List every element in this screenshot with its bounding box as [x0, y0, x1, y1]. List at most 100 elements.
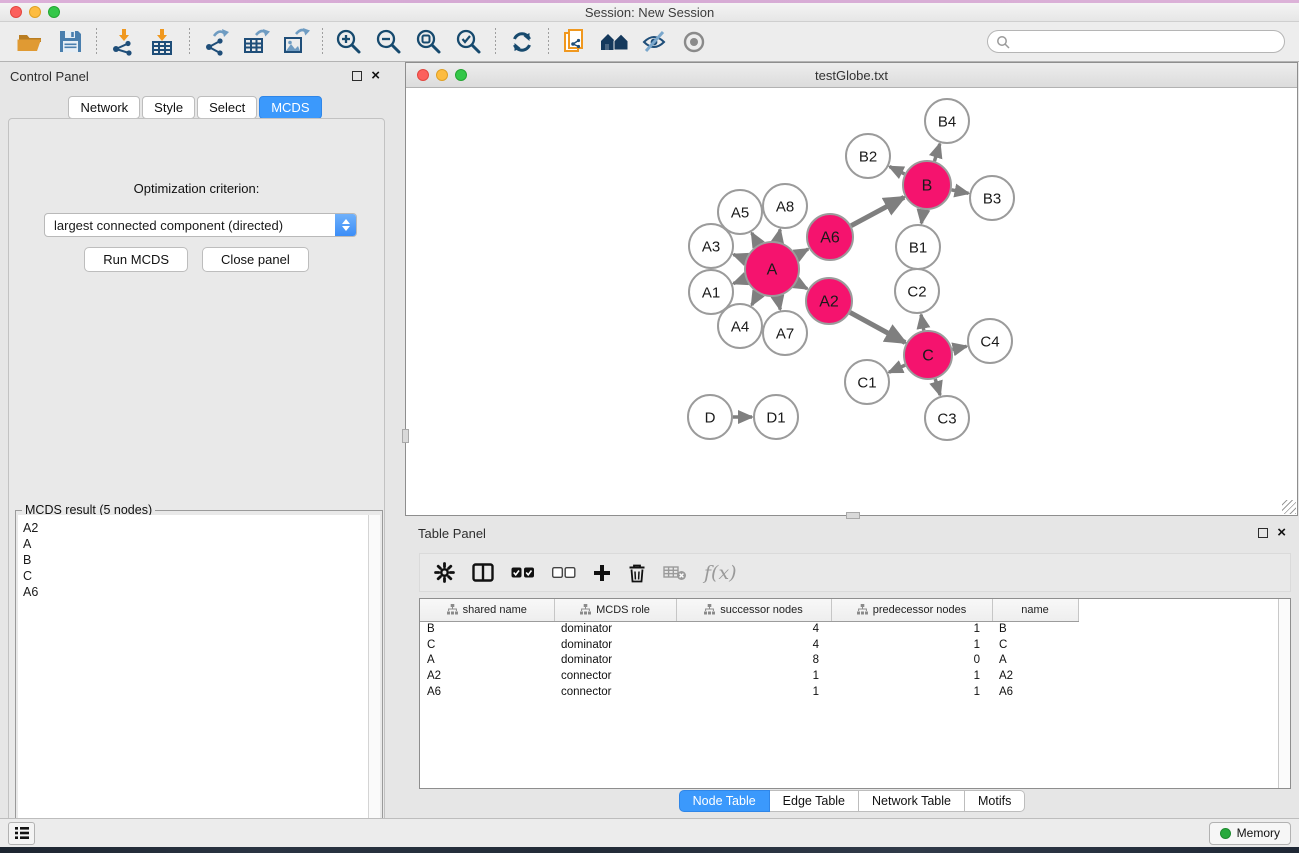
mcds-result-list[interactable]: A2ABCA6 — [18, 515, 368, 853]
table-cell[interactable]: 8 — [676, 652, 831, 668]
show-all-button[interactable] — [675, 25, 715, 59]
resize-grip-icon[interactable] — [1282, 500, 1296, 514]
zoom-selected-button[interactable] — [449, 25, 489, 59]
zoom-window-icon[interactable] — [48, 6, 60, 18]
table-cell[interactable]: dominator — [554, 621, 676, 637]
toggle-columns-button[interactable] — [472, 563, 494, 582]
resize-handle-left[interactable] — [402, 429, 409, 443]
graph-edge-A-A3[interactable] — [733, 254, 745, 259]
table-cell[interactable]: B — [992, 621, 1078, 637]
column-header-predecessor-nodes[interactable]: predecessor nodes — [831, 599, 992, 621]
zoom-in-button[interactable] — [329, 25, 369, 59]
table-cell[interactable]: A6 — [992, 684, 1078, 700]
close-table-panel-icon[interactable]: × — [1277, 528, 1286, 538]
mcds-result-item[interactable]: B — [23, 552, 368, 568]
mcds-result-item[interactable]: A6 — [23, 584, 368, 600]
network-minimize-icon[interactable] — [436, 69, 448, 81]
resize-handle-bottom[interactable] — [846, 512, 860, 519]
graph-edge-B-B3[interactable] — [952, 190, 969, 193]
export-image-button[interactable] — [276, 25, 316, 59]
search-input[interactable] — [1015, 35, 1276, 49]
deselect-all-button[interactable] — [552, 567, 576, 579]
float-table-panel-icon[interactable] — [1258, 528, 1268, 538]
minimize-window-icon[interactable] — [29, 6, 41, 18]
table-row[interactable]: Adominator80A — [420, 652, 1078, 668]
select-all-button[interactable] — [511, 567, 535, 579]
table-row[interactable]: A6connector11A6 — [420, 684, 1078, 700]
graph-edge-A6-B[interactable] — [851, 197, 904, 225]
graph-edge-C-C2[interactable] — [921, 315, 924, 331]
graph-edge-A-A8[interactable] — [778, 230, 780, 242]
criterion-dropdown[interactable]: largest connected component (directed) — [44, 213, 357, 237]
run-mcds-button[interactable]: Run MCDS — [84, 247, 188, 272]
table-cell[interactable]: C — [992, 637, 1078, 653]
export-network-button[interactable] — [196, 25, 236, 59]
export-table-button[interactable] — [236, 25, 276, 59]
apply-layout-button[interactable] — [502, 25, 542, 59]
delete-column-button[interactable] — [628, 563, 646, 583]
table-scrollbar[interactable] — [1278, 599, 1290, 788]
graph-edge-C-C3[interactable] — [935, 379, 940, 395]
hide-selected-button[interactable] — [635, 25, 675, 59]
table-cell[interactable]: 4 — [676, 621, 831, 637]
save-session-button[interactable] — [50, 25, 90, 59]
table-cell[interactable]: 1 — [831, 684, 992, 700]
tab-mcds[interactable]: MCDS — [259, 96, 321, 119]
memory-button[interactable]: Memory — [1209, 822, 1291, 845]
zoom-out-button[interactable] — [369, 25, 409, 59]
network-document-button[interactable] — [555, 25, 595, 59]
table-cell[interactable]: dominator — [554, 637, 676, 653]
tab-network-table[interactable]: Network Table — [859, 790, 965, 812]
graph-edge-B-B4[interactable] — [934, 144, 939, 161]
table-settings-button[interactable] — [434, 562, 455, 583]
table-cell[interactable]: C — [420, 637, 554, 653]
tab-motifs[interactable]: Motifs — [965, 790, 1025, 812]
table-cell[interactable]: A — [992, 652, 1078, 668]
task-history-button[interactable] — [8, 822, 35, 845]
table-row[interactable]: Bdominator41B — [420, 621, 1078, 637]
table-row[interactable]: Cdominator41C — [420, 637, 1078, 653]
graph-edge-C-C1[interactable] — [889, 365, 905, 372]
column-header-name[interactable]: name — [992, 599, 1078, 621]
table-cell[interactable]: A — [420, 652, 554, 668]
table-cell[interactable]: A2 — [992, 668, 1078, 684]
graph-edge-A-A1[interactable] — [733, 279, 745, 284]
column-header-MCDS-role[interactable]: MCDS role — [554, 599, 676, 621]
home-button[interactable] — [595, 25, 635, 59]
graph-edge-A-A2[interactable] — [796, 283, 807, 289]
tab-node-table[interactable]: Node Table — [679, 790, 770, 812]
node-table[interactable]: shared nameMCDS rolesuccessor nodesprede… — [419, 598, 1291, 789]
close-panel-button[interactable]: Close panel — [202, 247, 309, 272]
table-cell[interactable]: 1 — [831, 621, 992, 637]
table-cell[interactable]: 0 — [831, 652, 992, 668]
column-header-successor-nodes[interactable]: successor nodes — [676, 599, 831, 621]
tab-style[interactable]: Style — [142, 96, 195, 119]
mcds-result-item[interactable]: A2 — [23, 520, 368, 536]
network-window-titlebar[interactable]: testGlobe.txt — [406, 63, 1297, 88]
graph-edge-A-A6[interactable] — [797, 249, 809, 255]
network-close-icon[interactable] — [417, 69, 429, 81]
graph-edge-A-A4[interactable] — [752, 293, 759, 305]
tab-network[interactable]: Network — [68, 96, 140, 119]
table-cell[interactable]: connector — [554, 684, 676, 700]
table-cell[interactable]: 4 — [676, 637, 831, 653]
graph-edge-A2-C[interactable] — [850, 312, 905, 342]
close-window-icon[interactable] — [10, 6, 22, 18]
tab-edge-table[interactable]: Edge Table — [770, 790, 859, 812]
mcds-result-item[interactable]: C — [23, 568, 368, 584]
table-row[interactable]: A2connector11A2 — [420, 668, 1078, 684]
table-cell[interactable]: A2 — [420, 668, 554, 684]
result-scrollbar[interactable] — [368, 515, 380, 853]
table-cell[interactable]: B — [420, 621, 554, 637]
graph-edge-A-A5[interactable] — [752, 233, 759, 245]
table-cell[interactable]: 1 — [676, 668, 831, 684]
import-table-button[interactable] — [143, 25, 183, 59]
graph-edge-B-B2[interactable] — [890, 167, 905, 174]
float-panel-icon[interactable] — [352, 71, 362, 81]
graph-edge-B-B1[interactable] — [921, 210, 923, 224]
open-session-button[interactable] — [10, 25, 50, 59]
graph-edge-A-A7[interactable] — [778, 296, 781, 309]
close-panel-icon[interactable]: × — [371, 71, 380, 81]
table-cell[interactable]: 1 — [676, 684, 831, 700]
zoom-fit-button[interactable] — [409, 25, 449, 59]
